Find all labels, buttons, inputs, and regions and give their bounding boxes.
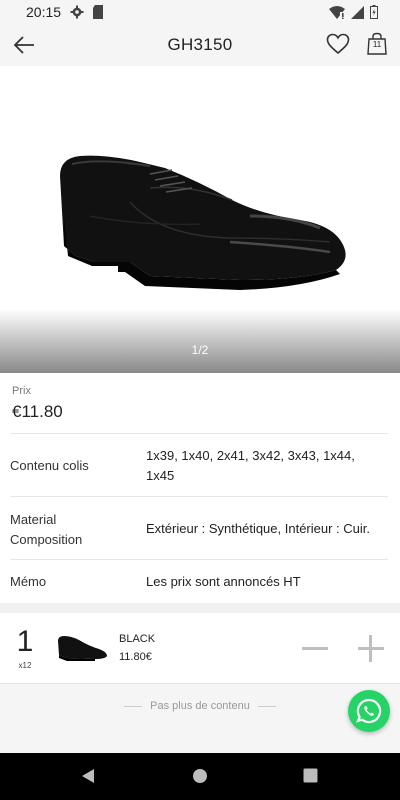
divider [257,705,276,707]
settings-icon [70,5,84,19]
spec-row-memo: Mémo Les prix sont annoncés HT [10,559,388,604]
divider [0,603,400,613]
price-value: €11.80 [12,402,63,421]
battery-icon [370,5,378,19]
whatsapp-icon [356,698,382,724]
app-bar: GH3150 11 [0,24,400,66]
product-details: Prix €11.80 Contenu colis 1x39, 1x40, 2x… [0,373,400,603]
decrease-quantity-button[interactable] [302,635,330,661]
pack-size: x12 [18,661,32,670]
spec-label: Material Composition [10,512,83,547]
variant-row: 1 x12 BLACK 11.80€ [0,613,400,683]
variant-thumbnail [58,636,107,661]
variant-color: BLACK [119,633,156,645]
nav-home-icon[interactable] [192,768,208,784]
nav-back-icon[interactable] [80,768,96,784]
whatsapp-button[interactable] [348,690,390,732]
spec-value: 1x39, 1x40, 2x41, 3x42, 3x43, 1x44, 1x45 [146,448,355,483]
heart-icon[interactable] [326,33,350,55]
price-label: Prix [12,385,31,397]
variant-price: 11.80€ [119,651,152,663]
wifi-icon [329,5,345,19]
system-nav-bar [0,753,400,800]
quantity-value: 1 [16,625,34,658]
gallery-page-indicator: 1/2 [191,343,209,357]
spec-value: Les prix sont annoncés HT [146,574,301,589]
status-time: 20:15 [26,4,62,20]
product-image-gallery[interactable]: 1/2 [0,66,400,373]
nav-recents-icon[interactable] [303,768,318,783]
spec-value: Extérieur : Synthétique, Intérieur : Cui… [146,521,370,536]
spec-label: Contenu colis [10,458,89,473]
sd-card-icon [93,5,103,19]
increase-quantity-button[interactable] [358,635,386,662]
spec-row-contents: Contenu colis 1x39, 1x40, 2x41, 3x42, 3x… [10,433,388,496]
divider [124,705,143,707]
cart-count: 11 [372,40,382,49]
no-more-content-text: Pas plus de contenu [150,700,250,712]
spec-label: Mémo [10,574,47,589]
list-footer: Pas plus de contenu [0,683,400,754]
cart-button[interactable]: 11 [366,32,388,56]
status-bar: 20:15 [0,0,400,24]
signal-icon [351,5,364,19]
spec-row-material: Material Composition Extérieur : Synthét… [10,496,388,559]
